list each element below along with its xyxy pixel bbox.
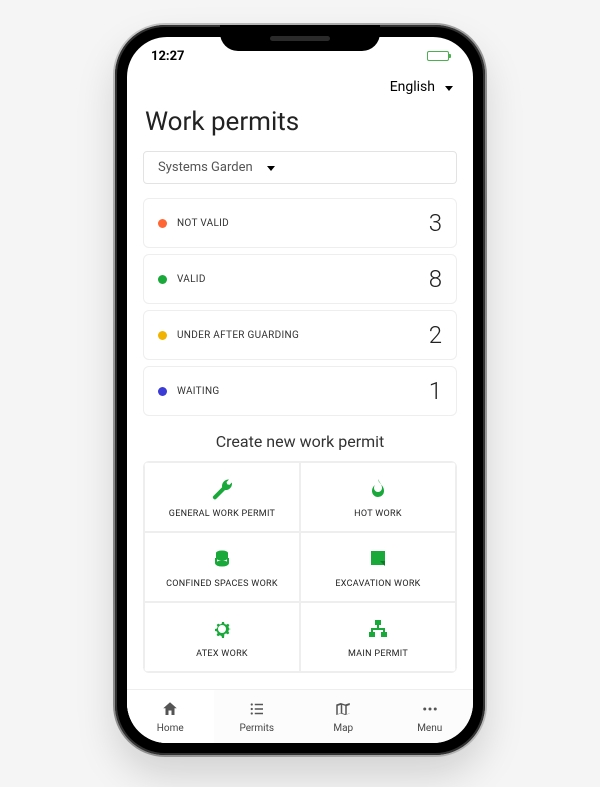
dots-icon [421,700,439,721]
status-list: NOT VALID 3 VALID 8 UNDER AFTER GUARDING [143,198,457,416]
dig-icon [366,547,390,571]
status-dot [158,219,167,228]
fire-icon [366,477,390,501]
battery-icon [427,51,449,61]
permit-type-atex[interactable]: ATEX WORK [144,602,300,672]
permit-label: MAIN PERMIT [348,649,408,659]
status-card-valid[interactable]: VALID 8 [143,254,457,304]
status-label: WAITING [177,386,220,397]
nav-label: Map [333,723,353,734]
gear-icon [210,617,234,641]
status-card-waiting[interactable]: WAITING 1 [143,366,457,416]
status-card-under-guarding[interactable]: UNDER AFTER GUARDING 2 [143,310,457,360]
nav-permits[interactable]: Permits [214,690,301,743]
permit-label: EXCAVATION WORK [335,579,420,589]
location-label: Systems Garden [158,160,253,175]
org-icon [366,617,390,641]
nav-map[interactable]: Map [300,690,387,743]
status-label: NOT VALID [177,218,229,229]
status-dot [158,387,167,396]
wrench-icon [210,477,234,501]
home-icon [161,700,179,721]
status-count: 8 [429,265,442,293]
permit-type-grid: GENERAL WORK PERMIT HOT WORK CONFINED SP… [143,461,457,673]
nav-home[interactable]: Home [127,690,214,743]
language-selector[interactable]: English [143,75,457,103]
bottom-nav: Home Permits Map Menu [127,689,473,743]
phone-frame: 12:27 English Work permits Systems Garde… [115,25,485,755]
list-icon [248,700,266,721]
content-area: English Work permits Systems Garden NOT … [127,75,473,689]
permit-label: GENERAL WORK PERMIT [169,509,275,519]
permit-type-excavation[interactable]: EXCAVATION WORK [300,532,456,602]
status-label: VALID [177,274,206,285]
status-card-not-valid[interactable]: NOT VALID 3 [143,198,457,248]
status-count: 1 [429,377,442,405]
nav-label: Permits [239,723,274,734]
nav-label: Menu [417,723,442,734]
page-title: Work permits [145,107,457,137]
permit-type-main[interactable]: MAIN PERMIT [300,602,456,672]
status-dot [158,331,167,340]
nav-label: Home [157,723,184,734]
status-label: UNDER AFTER GUARDING [177,330,299,341]
permit-label: ATEX WORK [196,649,248,659]
status-time: 12:27 [151,49,185,64]
status-count: 3 [429,209,442,237]
status-dot [158,275,167,284]
create-section-title: Create new work permit [143,432,457,451]
nav-menu[interactable]: Menu [387,690,474,743]
stack-icon [210,547,234,571]
map-icon [334,700,352,721]
location-select[interactable]: Systems Garden [143,151,457,184]
permit-label: HOT WORK [354,509,402,519]
status-count: 2 [429,321,442,349]
chevron-down-icon [441,79,453,95]
language-label: English [390,79,435,95]
permit-type-general[interactable]: GENERAL WORK PERMIT [144,462,300,532]
phone-notch [220,25,380,51]
chevron-down-icon [263,160,275,175]
screen: 12:27 English Work permits Systems Garde… [127,37,473,743]
permit-type-confined[interactable]: CONFINED SPACES WORK [144,532,300,602]
permit-type-hot-work[interactable]: HOT WORK [300,462,456,532]
permit-label: CONFINED SPACES WORK [166,579,278,589]
